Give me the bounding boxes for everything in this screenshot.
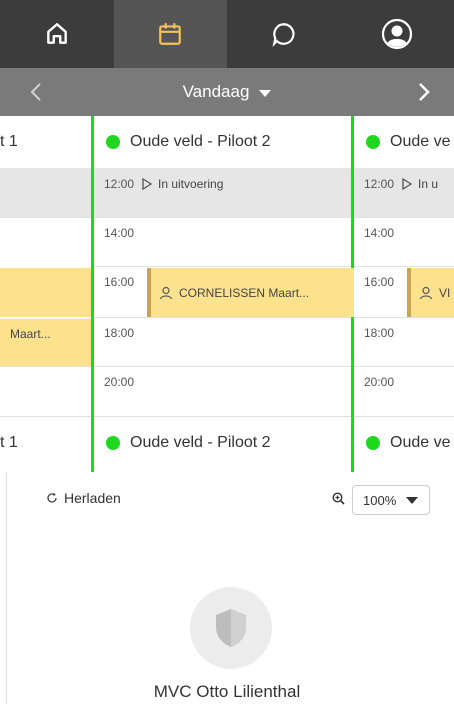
in-progress-slot[interactable]: 12:00 In uitvoering xyxy=(94,168,351,217)
person-icon xyxy=(159,286,173,299)
time-slot xyxy=(0,366,91,415)
time-slot[interactable]: 18:00 xyxy=(354,317,454,366)
available-status-dot xyxy=(366,435,380,450)
resource-header[interactable]: Oude ve xyxy=(354,116,454,168)
play-outline-icon xyxy=(142,178,152,190)
booking-block[interactable] xyxy=(0,268,91,317)
resource-header[interactable]: Oude veld - Piloot 2 xyxy=(94,116,351,168)
time-label: 12:00 xyxy=(104,177,135,191)
chevron-right-icon xyxy=(419,83,430,101)
zoom-value: 100% xyxy=(363,492,397,508)
booking-block[interactable]: Maart... xyxy=(0,318,91,366)
booking-block[interactable]: CORNELISSEN Maart... xyxy=(147,268,354,317)
resource-name: Oude veld - Piloot 2 xyxy=(130,133,271,150)
resource-name: Oude ve xyxy=(390,133,451,150)
home-icon xyxy=(46,23,67,44)
in-progress-slot xyxy=(0,168,91,217)
resource-footer[interactable]: t 1 xyxy=(0,416,91,468)
date-selector[interactable]: Vandaag xyxy=(0,68,454,116)
club-card: MVC Otto Lilienthal xyxy=(0,532,454,704)
next-day-button[interactable] xyxy=(410,80,438,104)
available-status-dot xyxy=(106,435,120,450)
top-navigation xyxy=(0,0,454,68)
zoom-in-icon xyxy=(332,492,345,505)
schedule-controls: Herladen 100% xyxy=(0,472,454,532)
available-status-dot xyxy=(366,135,380,149)
date-bar: Vandaag xyxy=(0,68,454,116)
reload-button[interactable]: Herladen xyxy=(46,490,121,506)
time-label: 16:00 xyxy=(104,275,135,289)
time-label: 16:00 xyxy=(364,275,395,289)
reload-label: Herladen xyxy=(64,490,121,506)
booking-label: VI xyxy=(439,285,451,300)
status-in-progress: In uitvoering xyxy=(142,177,223,191)
time-label: 14:00 xyxy=(104,226,135,240)
resource-column-left: t 1 Maart... t 1 xyxy=(0,116,91,472)
available-status-dot xyxy=(106,135,120,149)
play-outline-icon xyxy=(402,178,412,190)
resource-name: Oude ve xyxy=(390,433,451,451)
time-slot xyxy=(0,217,91,266)
time-label: 18:00 xyxy=(104,326,135,340)
status-label: In u xyxy=(418,177,439,191)
booking-label: CORNELISSEN Maart... xyxy=(179,285,310,300)
tab-chat[interactable] xyxy=(227,0,341,68)
resource-column-right: Oude ve 12:00 In u 14:00 16:00 VI 18:00 … xyxy=(354,116,454,472)
resource-name: Oude veld - Piloot 2 xyxy=(130,433,271,451)
time-label: 14:00 xyxy=(364,226,395,240)
refresh-icon xyxy=(47,492,57,503)
zoom-select[interactable]: 100% xyxy=(352,485,430,515)
resource-header[interactable]: t 1 xyxy=(0,116,91,168)
time-slot[interactable]: 20:00 xyxy=(94,366,351,415)
account-icon xyxy=(382,18,413,50)
resource-footer[interactable]: Oude veld - Piloot 2 xyxy=(94,416,351,468)
resource-name: t 1 xyxy=(0,433,18,451)
club-avatar xyxy=(190,587,272,669)
time-label: 20:00 xyxy=(364,375,395,389)
time-slot[interactable]: 20:00 xyxy=(354,366,454,415)
time-slot[interactable]: 14:00 xyxy=(354,217,454,266)
time-label: 12:00 xyxy=(364,177,395,191)
calendar-icon xyxy=(159,23,182,45)
chat-icon xyxy=(272,23,295,47)
time-slot[interactable]: 18:00 xyxy=(94,317,351,366)
booking-block[interactable]: VI xyxy=(407,268,454,317)
in-progress-slot[interactable]: 12:00 In u xyxy=(354,168,454,217)
time-label: 18:00 xyxy=(364,326,395,340)
resource-column-piloot-2: Oude veld - Piloot 2 12:00 In uitvoering… xyxy=(91,116,354,472)
tab-home[interactable] xyxy=(0,0,114,68)
caret-down-icon xyxy=(259,89,272,97)
tab-calendar[interactable] xyxy=(113,0,227,68)
person-icon xyxy=(419,286,433,299)
status-label: In uitvoering xyxy=(158,177,224,191)
resource-footer[interactable]: Oude ve xyxy=(354,416,454,468)
schedule-grid: t 1 Maart... t 1 Oude veld - Piloot 2 12… xyxy=(0,116,454,472)
time-slot[interactable]: 14:00 xyxy=(94,217,351,266)
booking-label: Maart... xyxy=(10,327,51,341)
tab-account[interactable] xyxy=(341,0,454,68)
time-label: 20:00 xyxy=(104,375,135,389)
club-name: MVC Otto Lilienthal xyxy=(153,682,301,701)
date-label: Vandaag xyxy=(182,82,250,101)
resource-name: t 1 xyxy=(0,133,18,150)
caret-down-icon xyxy=(406,496,419,504)
status-in-progress: In u xyxy=(402,177,438,191)
shield-icon xyxy=(216,609,246,647)
